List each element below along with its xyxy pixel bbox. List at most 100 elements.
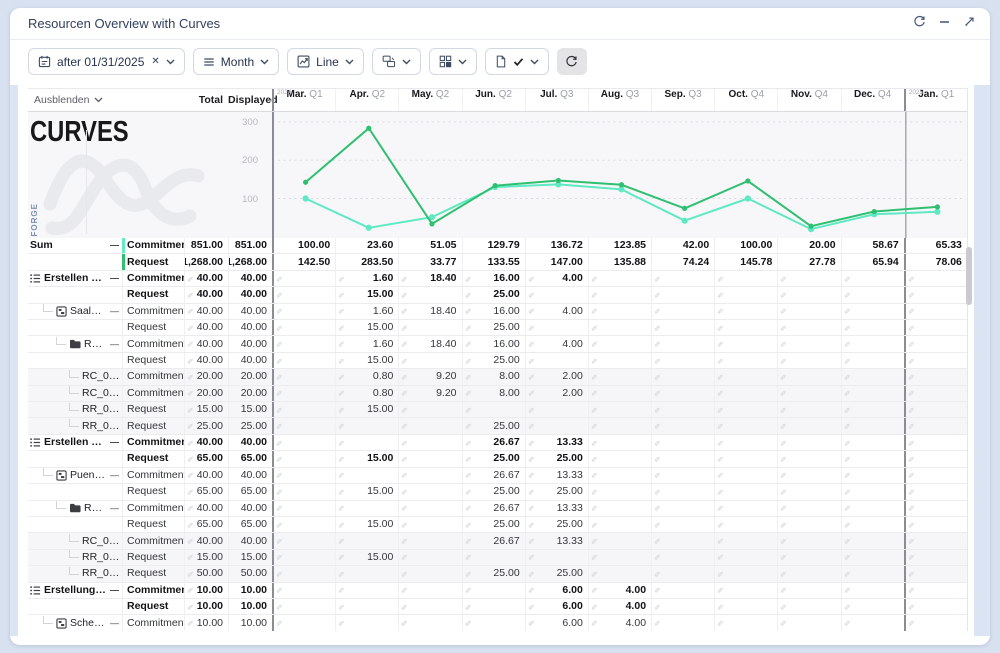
month-cell[interactable]: ✎ [841, 468, 904, 483]
month-cell[interactable]: ✎ [588, 386, 651, 401]
month-cell[interactable]: ✎ [841, 501, 904, 516]
month-cell[interactable]: ✎ [398, 402, 461, 417]
request-point[interactable] [556, 178, 561, 183]
month-cell[interactable]: ✎ [588, 566, 651, 581]
month-cell[interactable]: ✎ [714, 615, 777, 630]
month-cell[interactable]: ✎ [777, 336, 840, 351]
month-cell[interactable]: ✎ [904, 287, 967, 302]
month-cell[interactable]: ✎ [841, 599, 904, 614]
month-cell[interactable]: ✎2.00 [525, 369, 588, 384]
month-cell[interactable]: ✎ [777, 320, 840, 335]
month-cell[interactable]: ✎ [272, 336, 335, 351]
date-filter-button[interactable]: after 01/31/2025 ✕ [28, 48, 185, 75]
collapse-toggle[interactable]: — [107, 616, 122, 631]
month-cell[interactable]: ✎ [525, 418, 588, 433]
commitment-point[interactable] [934, 209, 940, 215]
month-cell[interactable]: ✎ [714, 369, 777, 384]
month-cell[interactable]: ✎ [398, 435, 461, 450]
month-cell[interactable]: ✎ [272, 599, 335, 614]
month-cell[interactable]: ✎ [777, 451, 840, 466]
grid-cards-button[interactable] [429, 48, 477, 75]
month-cell[interactable]: ✎ [651, 550, 714, 565]
month-cell[interactable]: ✎ [714, 271, 777, 286]
month-cell[interactable]: ✎ [272, 501, 335, 516]
month-cell[interactable]: ✎16.00 [462, 271, 525, 286]
month-cell[interactable]: ✎ [272, 271, 335, 286]
request-point[interactable] [872, 209, 877, 214]
month-cell[interactable]: ✎ [904, 451, 967, 466]
month-cell[interactable]: ✎ [398, 550, 461, 565]
month-cell[interactable]: ✎ [841, 287, 904, 302]
month-cell[interactable]: ✎ [777, 402, 840, 417]
month-cell[interactable]: ✎ [904, 468, 967, 483]
month-cell[interactable]: ✎4.00 [525, 336, 588, 351]
month-cell[interactable]: ✎ [714, 320, 777, 335]
month-cell[interactable]: ✎ [335, 468, 398, 483]
month-cell[interactable]: ✎ [651, 386, 714, 401]
chart-type-select[interactable]: Line [287, 48, 364, 75]
request-point[interactable] [808, 224, 813, 229]
month-cell[interactable]: ✎ [651, 599, 714, 614]
month-cell[interactable]: ✎ [588, 402, 651, 417]
month-cell[interactable]: ✎18.40 [398, 304, 461, 319]
vertical-scrollbar[interactable] [966, 247, 972, 305]
month-cell[interactable]: ✎16.00 [462, 336, 525, 351]
month-cell[interactable]: ✎ [714, 304, 777, 319]
month-cell[interactable]: ✎ [588, 271, 651, 286]
commitment-point[interactable] [302, 195, 308, 201]
month-cell[interactable]: ✎ [398, 287, 461, 302]
month-cell[interactable]: ✎ [904, 271, 967, 286]
month-cell[interactable]: ✎ [398, 353, 461, 368]
month-cell[interactable]: ✎26.67 [462, 435, 525, 450]
month-cell[interactable]: ✎ [777, 418, 840, 433]
month-cell[interactable]: ✎ [272, 615, 335, 630]
month-cell[interactable]: ✎26.67 [462, 501, 525, 516]
month-cell[interactable]: ✎ [904, 501, 967, 516]
month-cell[interactable]: ✎15.00 [335, 484, 398, 499]
month-cell[interactable]: ✎2.00 [525, 386, 588, 401]
month-cell[interactable]: ✎ [777, 517, 840, 532]
month-cell[interactable]: ✎18.40 [398, 336, 461, 351]
month-cell[interactable]: ✎ [398, 599, 461, 614]
month-cell[interactable]: ✎ [841, 533, 904, 548]
month-cell[interactable]: ✎ [714, 566, 777, 581]
month-cell[interactable]: ✎ [651, 418, 714, 433]
month-cell[interactable]: ✎ [588, 369, 651, 384]
month-cell[interactable]: ✎ [651, 583, 714, 598]
refresh-button[interactable] [557, 48, 587, 75]
collapse-toggle[interactable]: — [107, 501, 122, 516]
total-cell[interactable]: ✎40.00 [184, 533, 228, 548]
month-cell[interactable]: ✎ [462, 402, 525, 417]
month-cell[interactable]: ✎18.40 [398, 271, 461, 286]
month-cell[interactable]: ✎ [588, 468, 651, 483]
month-cell[interactable]: ✎ [841, 566, 904, 581]
month-cell[interactable]: ✎ [272, 484, 335, 499]
month-cell[interactable]: ✎ [777, 484, 840, 499]
month-cell[interactable]: ✎ [335, 583, 398, 598]
month-cell[interactable]: ✎4.00 [525, 271, 588, 286]
commitment-point[interactable] [682, 218, 688, 224]
month-cell[interactable]: ✎ [588, 451, 651, 466]
total-cell[interactable]: ✎10.00 [184, 583, 228, 598]
month-cell[interactable]: ✎ [272, 304, 335, 319]
month-cell[interactable]: ✎ [714, 336, 777, 351]
total-cell[interactable]: ✎40.00 [184, 287, 228, 302]
month-cell[interactable]: ✎25.00 [462, 451, 525, 466]
month-cell[interactable]: ✎25.00 [525, 451, 588, 466]
month-cell[interactable]: ✎ [714, 501, 777, 516]
month-cell[interactable]: ✎ [398, 418, 461, 433]
month-cell[interactable]: ✎ [841, 320, 904, 335]
month-cell[interactable]: ✎25.00 [525, 517, 588, 532]
total-cell[interactable]: ✎40.00 [184, 336, 228, 351]
month-cell[interactable]: ✎25.00 [462, 484, 525, 499]
request-point[interactable] [303, 180, 308, 185]
month-cell[interactable]: ✎25.00 [462, 287, 525, 302]
month-cell[interactable]: ✎ [588, 501, 651, 516]
month-cell[interactable]: ✎ [335, 599, 398, 614]
month-cell[interactable]: ✎ [904, 369, 967, 384]
month-cell[interactable]: ✎ [588, 287, 651, 302]
month-cell[interactable]: ✎ [714, 353, 777, 368]
month-cell[interactable]: ✎ [525, 287, 588, 302]
month-cell[interactable]: ✎ [335, 501, 398, 516]
month-cell[interactable]: ✎ [272, 320, 335, 335]
